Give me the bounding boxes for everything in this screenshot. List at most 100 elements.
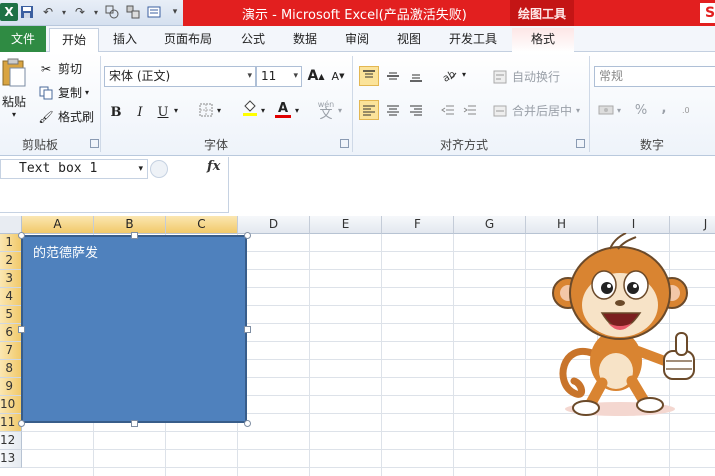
row-header[interactable]: 4 (0, 288, 22, 306)
font-name-combo[interactable]: 宋体 (正文) ▾ (104, 66, 256, 87)
tab-data[interactable]: 数据 (283, 28, 327, 52)
font-size-combo[interactable]: 11 ▾ (256, 66, 302, 87)
text-box-text[interactable]: 的范德萨发 (33, 242, 98, 261)
tab-home[interactable]: 开始 (49, 28, 99, 53)
percent-button[interactable]: % (631, 100, 651, 120)
tab-file[interactable]: 文件 (0, 26, 46, 52)
paste-dropdown-icon[interactable]: ▾ (12, 110, 16, 119)
redo-dropdown-icon[interactable]: ▾ (92, 3, 100, 21)
tab-developer[interactable]: 开发工具 (440, 28, 506, 52)
tab-page-layout[interactable]: 页面布局 (155, 28, 221, 52)
align-middle-button[interactable] (383, 66, 403, 86)
underline-dropdown-icon[interactable]: ▾ (174, 106, 178, 115)
column-header[interactable]: J (670, 216, 715, 234)
resize-handle-icon[interactable] (244, 420, 251, 427)
resize-handle-icon[interactable] (131, 232, 138, 239)
customize-toolbar-icon[interactable]: ▾ (166, 3, 184, 21)
text-box-shape[interactable]: 的范德萨发 (21, 235, 247, 423)
resize-handle-icon[interactable] (18, 232, 25, 239)
formula-bar-splitter-icon[interactable] (150, 160, 168, 178)
format-painter-button[interactable]: 🖌 格式刷 (38, 108, 94, 125)
row-header[interactable]: 5 (0, 306, 22, 324)
borders-button[interactable] (196, 102, 216, 122)
name-box[interactable]: Text box 1 ▾ (0, 159, 148, 179)
column-header[interactable]: G (454, 216, 526, 234)
column-header[interactable]: A (22, 216, 94, 234)
fill-color-dropdown-icon[interactable]: ▾ (261, 106, 265, 115)
currency-dropdown-icon[interactable]: ▾ (617, 106, 621, 115)
worksheet-grid[interactable]: A B C D E F G H I J 1 2 3 4 5 6 7 8 9 10 11 12 13 的范德萨发 (0, 216, 715, 476)
column-header[interactable]: C (166, 216, 238, 234)
alignment-launcher-icon[interactable] (576, 139, 585, 148)
column-header[interactable]: I (598, 216, 670, 234)
group-shapes-icon[interactable] (124, 3, 142, 21)
form-icon[interactable] (145, 3, 163, 21)
wrap-text-button[interactable]: 自动换行 (492, 68, 560, 85)
orientation-button[interactable]: ab (440, 66, 460, 86)
phonetic-button[interactable]: wén 文 (316, 100, 336, 121)
merge-dropdown-icon[interactable]: ▾ (576, 106, 580, 115)
monkey-picture[interactable] (552, 232, 715, 419)
align-bottom-button[interactable] (406, 66, 426, 86)
phonetic-dropdown-icon[interactable]: ▾ (338, 106, 342, 115)
increase-decimal-button[interactable]: .0 (680, 100, 700, 120)
shrink-font-button[interactable]: A ▼ (328, 66, 348, 86)
save-icon[interactable] (18, 3, 36, 21)
app-corner-icon[interactable]: S (700, 3, 715, 23)
fill-color-button[interactable] (240, 100, 260, 120)
number-format-combo[interactable]: 常规 (594, 66, 715, 87)
comma-button[interactable]: , (654, 98, 674, 118)
row-header[interactable]: 8 (0, 360, 22, 378)
column-header[interactable]: E (310, 216, 382, 234)
resize-handle-icon[interactable] (18, 326, 25, 333)
font-name-dropdown-icon[interactable]: ▾ (247, 67, 252, 86)
borders-dropdown-icon[interactable]: ▾ (217, 106, 221, 115)
formula-input[interactable] (228, 157, 715, 213)
select-all-corner[interactable] (0, 216, 22, 234)
copy-dropdown-icon[interactable]: ▾ (85, 88, 89, 97)
row-header[interactable]: 13 (0, 450, 22, 468)
row-header[interactable]: 7 (0, 342, 22, 360)
font-size-dropdown-icon[interactable]: ▾ (293, 67, 298, 86)
merge-center-button[interactable]: 合并后居中 ▾ (492, 102, 580, 119)
font-color-dropdown-icon[interactable]: ▾ (295, 106, 299, 115)
paste-button[interactable]: 粘贴 ▾ (0, 58, 28, 119)
align-right-button[interactable] (406, 100, 426, 120)
row-header[interactable]: 10 (0, 396, 22, 414)
redo-icon[interactable]: ↷ (71, 3, 89, 21)
excel-logo-icon[interactable]: X (0, 3, 18, 21)
row-header[interactable]: 12 (0, 432, 22, 450)
tab-review[interactable]: 审阅 (335, 28, 379, 52)
column-header[interactable]: H (526, 216, 598, 234)
resize-handle-icon[interactable] (131, 420, 138, 427)
decrease-indent-button[interactable] (438, 100, 458, 120)
tab-view[interactable]: 视图 (387, 28, 431, 52)
insert-function-icon[interactable]: fx (207, 159, 220, 174)
clipboard-launcher-icon[interactable] (90, 139, 99, 148)
orientation-dropdown-icon[interactable]: ▾ (462, 70, 466, 79)
tab-format[interactable]: 格式 (512, 28, 574, 52)
bold-button[interactable]: B (106, 102, 126, 122)
align-top-button[interactable] (359, 66, 379, 86)
row-header[interactable]: 9 (0, 378, 22, 396)
grow-font-button[interactable]: A ▲ (306, 66, 326, 86)
font-launcher-icon[interactable] (340, 139, 349, 148)
font-color-button[interactable]: A (273, 100, 293, 120)
align-left-button[interactable] (359, 100, 379, 120)
align-center-button[interactable] (383, 100, 403, 120)
copy-button[interactable]: 复制 ▾ (38, 84, 89, 101)
underline-button[interactable]: U (153, 102, 173, 122)
resize-handle-icon[interactable] (244, 326, 251, 333)
increase-indent-button[interactable] (460, 100, 480, 120)
tab-formulas[interactable]: 公式 (232, 28, 274, 52)
undo-icon[interactable]: ↶ (39, 3, 57, 21)
row-header[interactable]: 2 (0, 252, 22, 270)
column-header[interactable]: B (94, 216, 166, 234)
resize-handle-icon[interactable] (18, 420, 25, 427)
column-header[interactable]: F (382, 216, 454, 234)
row-header[interactable]: 3 (0, 270, 22, 288)
name-box-dropdown-icon[interactable]: ▾ (138, 160, 143, 178)
cut-button[interactable]: ✂ 剪切 (38, 60, 82, 77)
tab-insert[interactable]: 插入 (103, 28, 147, 52)
undo-dropdown-icon[interactable]: ▾ (60, 3, 68, 21)
